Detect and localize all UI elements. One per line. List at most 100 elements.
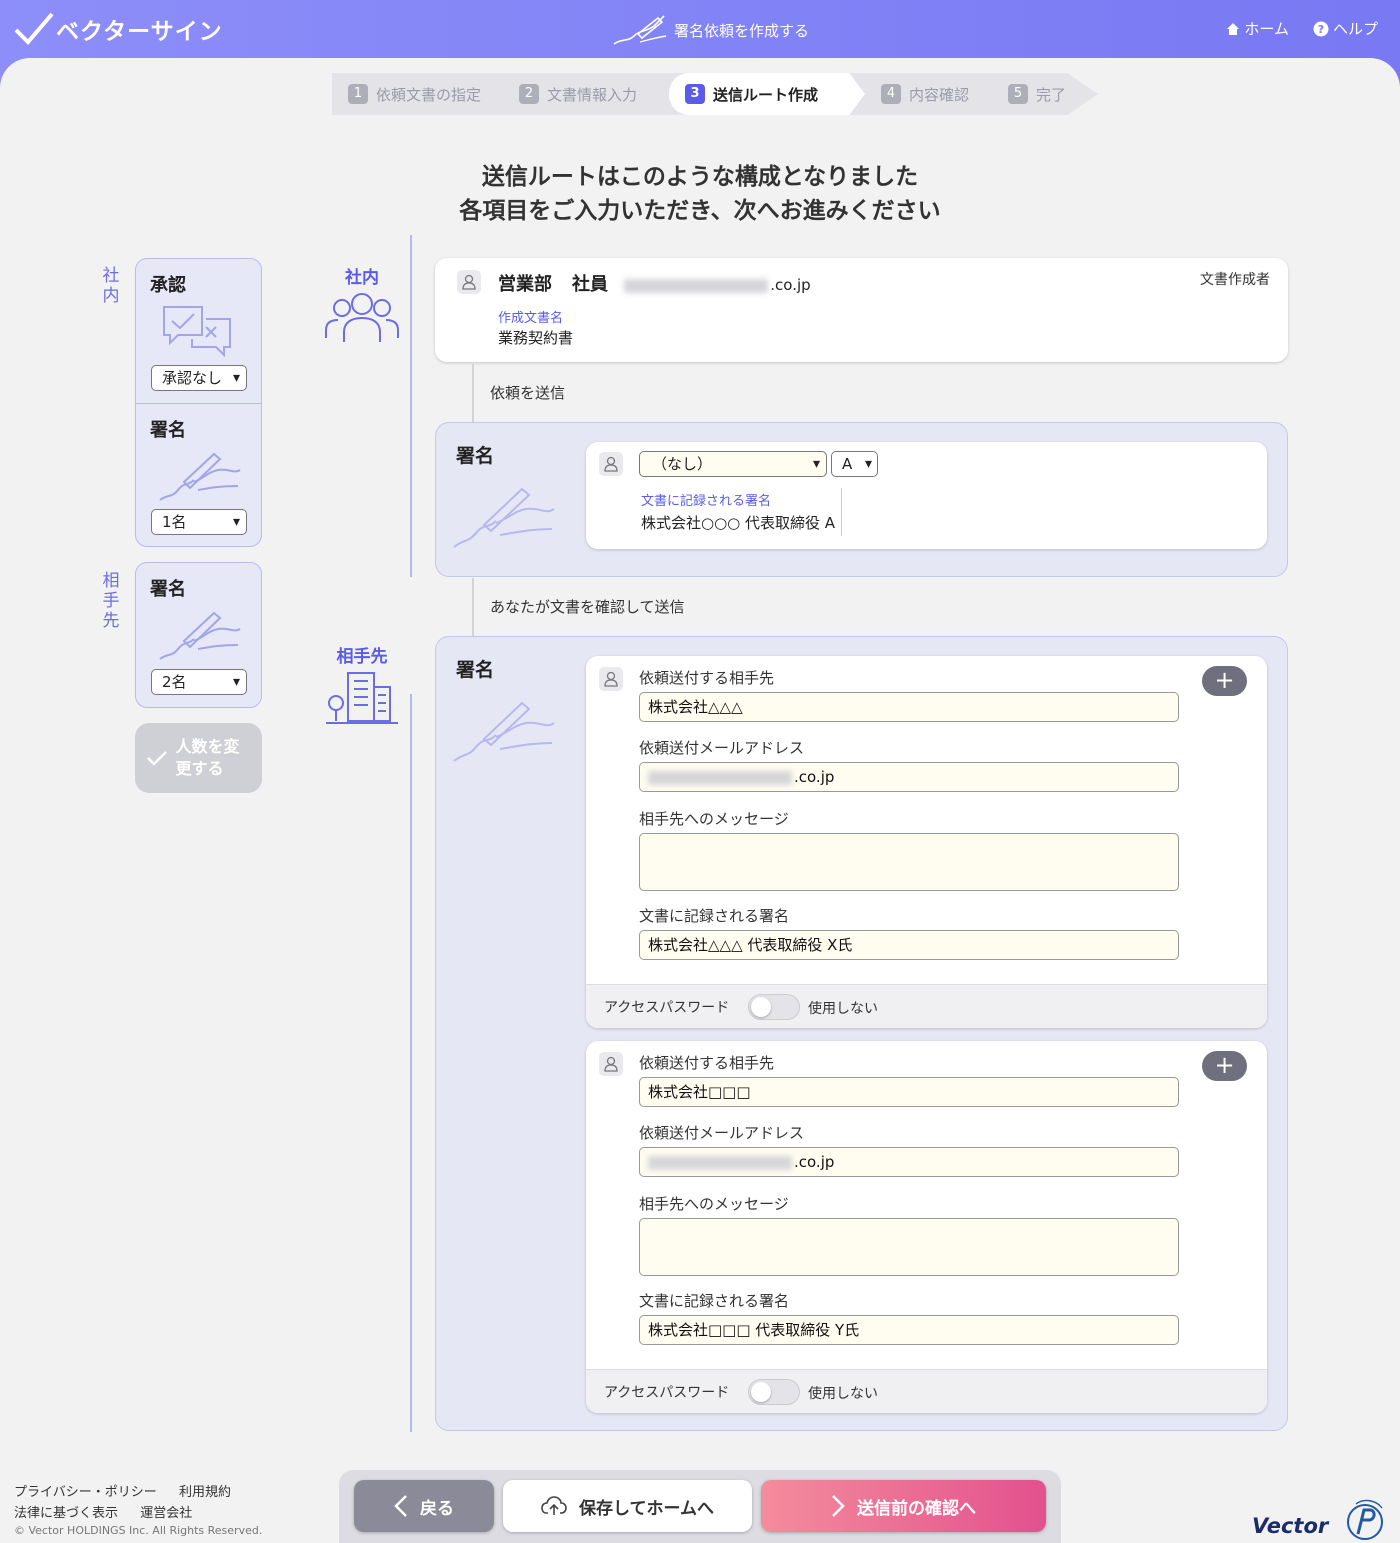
person-icon [457,270,481,294]
access-password-bar: アクセスパスワード 使用しない [586,984,1267,1028]
internal-signer-select[interactable]: （なし） ▾ [639,451,827,477]
change-count-button[interactable]: 人数を変更する [135,723,262,793]
footer-links-row-2: 法律に基づく表示 運営会社 [14,1502,192,1521]
add-recipient-button[interactable]: + [1202,666,1247,696]
sidebar-internal-sign-title: 署名 [150,420,186,441]
cloud-upload-icon [541,1496,567,1515]
access-password-label: アクセスパスワード [604,1000,730,1016]
person-icon [599,452,623,476]
access-password-state: 使用しない [808,1386,878,1402]
creator-badge: 文書作成者 [1200,272,1270,288]
heading-line-1: 送信ルートはこのような構成となりました [481,164,919,190]
message-textarea[interactable] [639,1218,1179,1276]
creator-role: 社員 [572,274,608,295]
add-recipient-button[interactable]: + [1202,1051,1247,1081]
recipient-card-2: + 依頼送付する相手先 株式会社□□□ 依頼送付メールアドレス .co.jp 相… [586,1041,1267,1413]
recipient-input[interactable]: 株式会社△△△ [639,692,1179,722]
creator-dept: 営業部 [498,274,552,295]
email-input[interactable]: .co.jp [639,762,1179,792]
approval-select[interactable]: 承認なし [151,365,247,391]
access-password-toggle[interactable] [748,994,800,1020]
step-number: 2 [519,84,539,104]
group-external-label: 相手先 [336,647,388,667]
internal-group-line [410,235,412,577]
email-suffix: .co.jp [794,1153,835,1171]
group-internal-label: 社内 [345,268,379,288]
external-sign-count-select[interactable]: 2名 [151,669,247,695]
signer-letter-select[interactable]: A ▾ [831,451,878,477]
page-heading: 送信ルートはこのような構成となりました 各項目をご入力いただき、次へお進みくださ… [0,160,1400,228]
nav-home-label: ホーム [1244,20,1289,38]
signing-hand-icon [613,15,667,45]
save-home-button[interactable]: 保存してホームへ [503,1480,752,1532]
email-input[interactable]: .co.jp [639,1147,1179,1177]
sidebar-external-panel: 署名 2名 [135,562,262,708]
recorded-signature-label: 文書に記録される署名 [641,494,772,509]
plus-icon: + [1214,1051,1235,1079]
connector-line [472,364,474,422]
app-logo[interactable]: ベクターサイン [14,12,223,46]
creator-email-suffix: .co.jp [770,276,811,294]
recipient-input[interactable]: 株式会社□□□ [639,1077,1179,1107]
svg-text:?: ? [1318,23,1324,36]
sidebar-approval-section: 承認 承認なし [136,259,261,403]
sidebar-external-sign-section: 署名 2名 [136,563,261,707]
step-label: 内容確認 [909,85,970,104]
doc-name-value: 業務契約書 [498,329,574,347]
email-label: 依頼送付メールアドレス [639,1124,805,1142]
plus-icon: + [1214,666,1235,694]
message-label: 相手先へのメッセージ [639,810,789,828]
step-number: 4 [881,84,901,104]
person-icon [599,1052,623,1076]
signature-input[interactable]: 株式会社△△△ 代表取締役 X氏 [639,930,1179,960]
signature-input[interactable]: 株式会社□□□ 代表取締役 Y氏 [639,1315,1179,1345]
email-suffix: .co.jp [794,768,835,786]
access-password-state: 使用しない [808,1001,878,1017]
nav-help[interactable]: ? ヘルプ [1313,18,1378,39]
company-link[interactable]: 運営会社 [140,1506,192,1521]
internal-sign-block: 署名 （なし） ▾ A ▾ 文書に記録される署名 株式会社○○○ 代表取締役 A [435,422,1288,577]
terms-link[interactable]: 利用規約 [179,1485,231,1500]
step-label: 完了 [1036,85,1067,104]
step-number: 3 [685,84,705,104]
copyright: © Vector HOLDINGS Inc. All Rights Reserv… [14,1524,263,1537]
sidebar-internal-panel: 承認 承認なし 署名 1名 [135,258,262,547]
chevron-left-icon [394,1495,407,1517]
internal-signer-value: （なし） [652,455,713,473]
group-internal: 社内 [317,263,407,351]
approval-chat-icon [163,306,231,358]
legal-notice-link[interactable]: 法律に基づく表示 [14,1506,118,1521]
privacy-policy-link[interactable]: プライバシー・ポリシー [14,1485,157,1500]
step-2: 2 文書情報入力 [503,73,669,115]
recipient-card-1: + 依頼送付する相手先 株式会社△△△ 依頼送付メールアドレス .co.jp 相… [586,656,1267,1028]
next-confirm-button[interactable]: 送信前の確認へ [761,1480,1046,1532]
creator-name: 営業部 社員 .co.jp [498,270,811,296]
vector-logo: Vector [1252,1514,1329,1538]
recorded-signature-value: 株式会社○○○ 代表取締役 A [641,514,836,532]
action-bar: 戻る 保存してホームへ 送信前の確認へ [339,1470,1061,1543]
connector-label-2: あなたが文書を確認して送信 [490,598,685,616]
back-label: 戻る [420,1498,454,1519]
redacted-email [648,1155,792,1170]
redacted-email [648,770,792,785]
step-5: 5 完了 [992,73,1098,115]
person-icon [599,667,623,691]
chevron-down-icon: ▾ [864,456,872,472]
external-group-line [410,694,412,1432]
access-password-bar: アクセスパスワード 使用しない [586,1369,1267,1413]
external-sign-title: 署名 [456,659,495,681]
signing-hand-icon [453,701,555,762]
signing-hand-icon [159,611,241,660]
heading-line-2: 各項目をご入力いただき、次へお進みください [459,198,941,224]
message-label: 相手先へのメッセージ [639,1195,789,1213]
internal-sign-count-select[interactable]: 1名 [151,509,247,535]
internal-sign-title: 署名 [456,445,495,467]
access-password-toggle[interactable] [748,1379,800,1405]
home-icon [1227,22,1240,35]
connector-label-1: 依頼を送信 [490,384,566,402]
nav-home[interactable]: ホーム [1226,18,1289,39]
message-textarea[interactable] [639,833,1179,891]
back-button[interactable]: 戻る [354,1480,494,1532]
sidebar-internal-sign-section: 署名 1名 [136,403,261,547]
recipient-label: 依頼送付する相手先 [639,1054,775,1072]
